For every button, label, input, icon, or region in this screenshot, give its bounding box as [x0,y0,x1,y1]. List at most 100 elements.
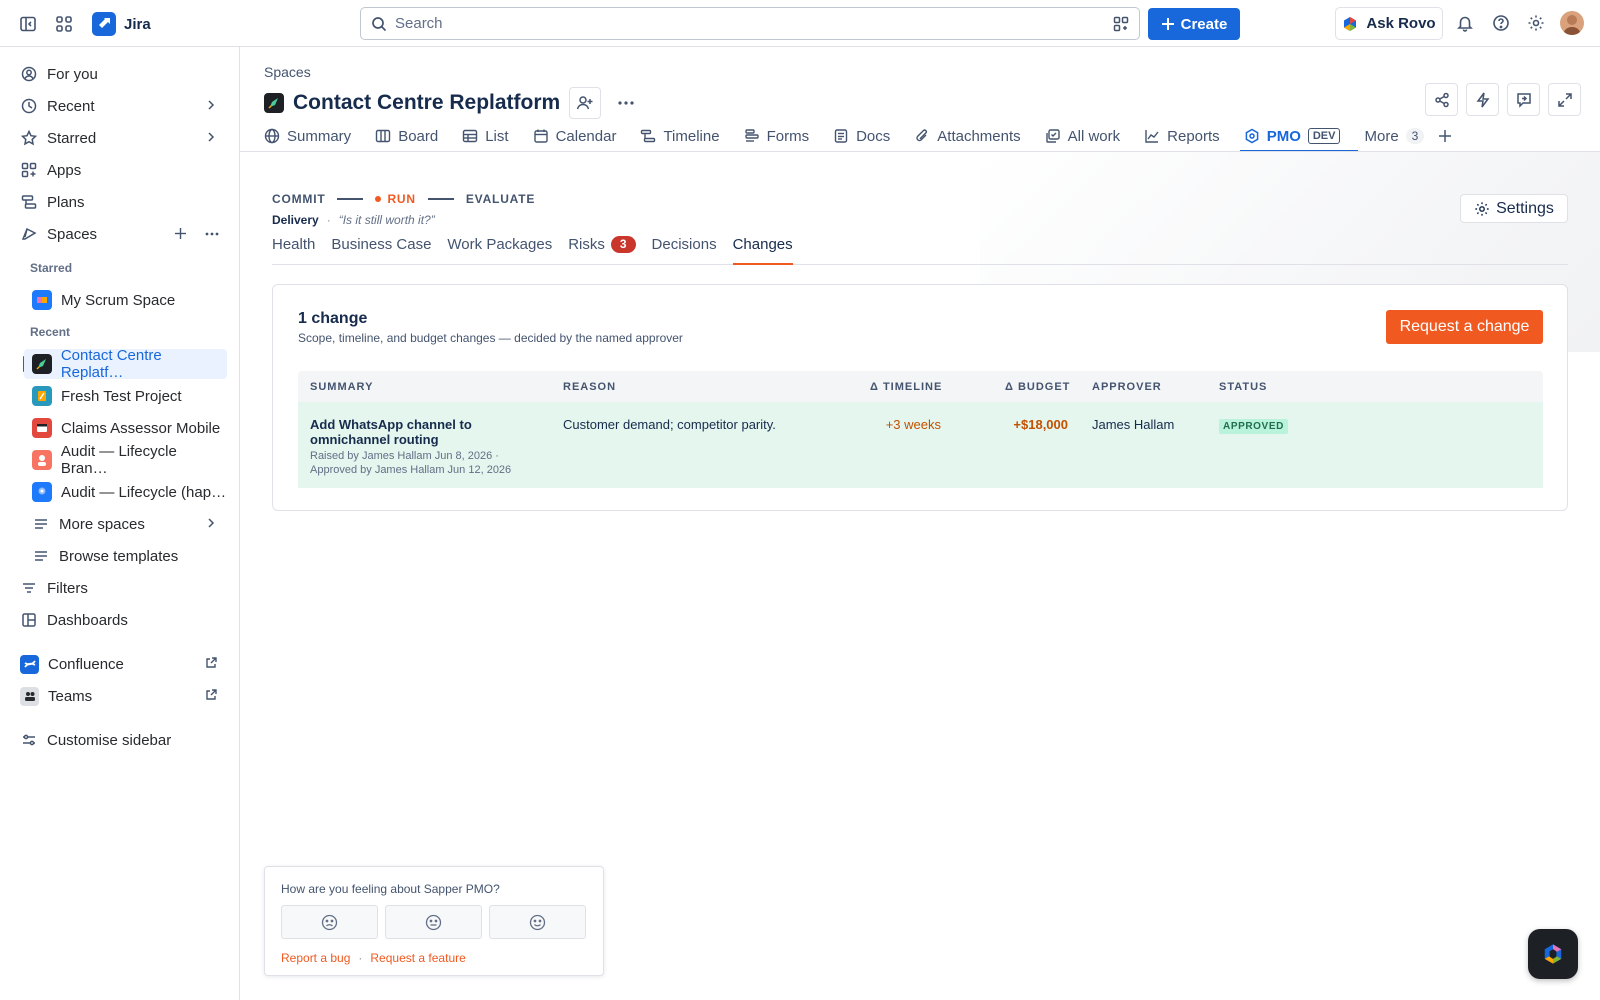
breadcrumb[interactable]: Spaces [264,64,311,80]
ask-rovo-button[interactable]: Ask Rovo [1335,7,1443,40]
more-options-button[interactable] [610,87,642,119]
table-row[interactable]: Add WhatsApp channel to omnichannel rout… [298,402,1543,488]
sidebar-item-teams[interactable]: Teams [12,681,227,711]
stage-commit[interactable]: COMMIT [272,192,325,206]
sidebar-item-customise[interactable]: Customise sidebar [12,725,227,755]
dev-badge: DEV [1307,128,1341,144]
create-button[interactable]: Create [1148,8,1240,40]
stage-connector [337,198,364,200]
search-box[interactable] [360,7,1140,40]
link-separator: · [358,951,363,965]
sidebar-item-plans[interactable]: Plans [12,187,227,217]
fullscreen-button[interactable] [1548,83,1581,116]
space-fresh-test-project[interactable]: Fresh Test Project [24,381,227,411]
space-label: Audit — Lifecycle (hap… [61,483,227,501]
tab-reports[interactable]: Reports [1144,123,1244,149]
user-circle-icon [20,65,38,83]
gear-icon [1475,201,1489,216]
automation-button[interactable] [1466,83,1499,116]
tab-label: Forms [766,127,810,145]
spaces-icon [20,225,38,243]
subtab-decisions[interactable]: Decisions [652,236,717,264]
app-switcher-icon[interactable] [53,13,75,35]
add-people-button[interactable] [569,87,602,119]
sidebar-item-apps[interactable]: Apps [12,155,227,185]
tab-calendar[interactable]: Calendar [533,123,641,149]
pmo-settings-button[interactable]: Settings [1460,194,1568,223]
subtab-changes[interactable]: Changes [732,236,793,265]
phase-subtitle: Delivery · “Is it still worth it?” [272,213,435,227]
add-space-icon[interactable] [174,227,187,240]
chart-line-icon [1145,130,1159,143]
tab-board[interactable]: Board [375,123,462,149]
feedback-button[interactable] [1507,83,1540,116]
subtab-health[interactable]: Health [272,236,315,264]
share-button[interactable] [1425,83,1458,116]
sidebar-item-dashboards[interactable]: Dashboards [12,605,227,635]
tab-label: List [485,127,509,145]
user-avatar[interactable] [1560,11,1584,35]
request-feature-link[interactable]: Request a feature [370,951,465,965]
tab-attachments[interactable]: Attachments [914,123,1044,149]
space-audit-lifecycle-brand[interactable]: Audit — Lifecycle Bran… [24,443,227,477]
stage-run[interactable]: RUN [375,192,415,206]
rovo-chat-button[interactable] [1528,929,1578,979]
sidebar-item-starred[interactable]: Starred [12,123,227,153]
tab-summary[interactable]: Summary [264,123,375,149]
menu-lines-icon [32,515,50,533]
app-name: Jira [124,15,151,33]
subtab-label: Health [272,236,316,253]
subtab-work-packages[interactable]: Work Packages [447,236,552,264]
tab-forms[interactable]: Forms [744,123,834,149]
more-actions-icon[interactable] [205,232,219,236]
tab-timeline[interactable]: Timeline [640,123,743,149]
feedback-links: Report a bug · Request a feature [281,951,466,965]
sidebar-toggle-icon[interactable] [17,13,39,35]
sidebar-item-confluence[interactable]: Confluence [12,649,227,679]
tab-more[interactable]: More 3 [1364,123,1438,149]
sidebar-item-label: More spaces [59,515,145,533]
request-change-button[interactable]: Request a change [1386,310,1543,344]
column-approver: APPROVER [1092,380,1162,393]
search-filter-icon[interactable] [1113,16,1129,32]
column-budget: Δ BUDGET [1005,380,1071,393]
subtab-risks[interactable]: Risks 3 [568,236,636,264]
notifications-bell-icon[interactable] [1454,12,1476,34]
space-claims-assessor-mobile[interactable]: Claims Assessor Mobile [24,413,227,443]
expand-icon [1557,92,1572,107]
feedback-happy-button[interactable] [489,905,586,939]
table-header: SUMMARY REASON Δ TIMELINE Δ BUDGET APPRO… [298,371,1543,402]
change-timeline-delta: +3 weeks [885,417,941,432]
sidebar-item-for-you[interactable]: For you [12,59,227,89]
subtab-business-case[interactable]: Business Case [331,236,431,264]
jira-logo-icon [92,12,116,36]
clock-icon [20,97,38,115]
more-count-badge: 3 [1405,128,1425,144]
feedback-neutral-button[interactable] [385,905,482,939]
sidebar-item-browse-templates[interactable]: Browse templates [24,541,227,571]
search-input[interactable] [395,15,1105,32]
jira-logo[interactable]: Jira [92,12,151,36]
page-actions [1425,83,1581,116]
settings-gear-icon[interactable] [1525,12,1547,34]
sidebar-item-filters[interactable]: Filters [12,573,227,603]
tab-list[interactable]: List [462,123,532,149]
tab-label: Reports [1167,127,1220,145]
tab-docs[interactable]: Docs [833,123,914,149]
tab-pmo[interactable]: PMO DEV [1239,123,1365,153]
stage-evaluate[interactable]: EVALUATE [466,192,535,206]
tab-all-work[interactable]: All work [1045,123,1145,149]
phase-quote: “Is it still worth it?” [338,213,435,227]
space-audit-lifecycle-happy[interactable]: Audit — Lifecycle (hap… [24,477,227,507]
teams-icon [20,686,39,706]
space-my-scrum-space[interactable]: My Scrum Space [24,285,227,315]
sidebar-item-recent[interactable]: Recent [12,91,227,121]
report-bug-link[interactable]: Report a bug [281,951,350,965]
add-tab-button[interactable] [1438,123,1452,149]
sidebar-item-more-spaces[interactable]: More spaces [24,509,227,539]
feedback-sad-button[interactable] [281,905,378,939]
sidebar-item-spaces[interactable]: Spaces [12,219,227,249]
current-stage-dot [375,196,382,202]
space-contact-centre-replatform[interactable]: Contact Centre Replatf… [24,347,227,381]
help-icon[interactable] [1490,12,1512,34]
